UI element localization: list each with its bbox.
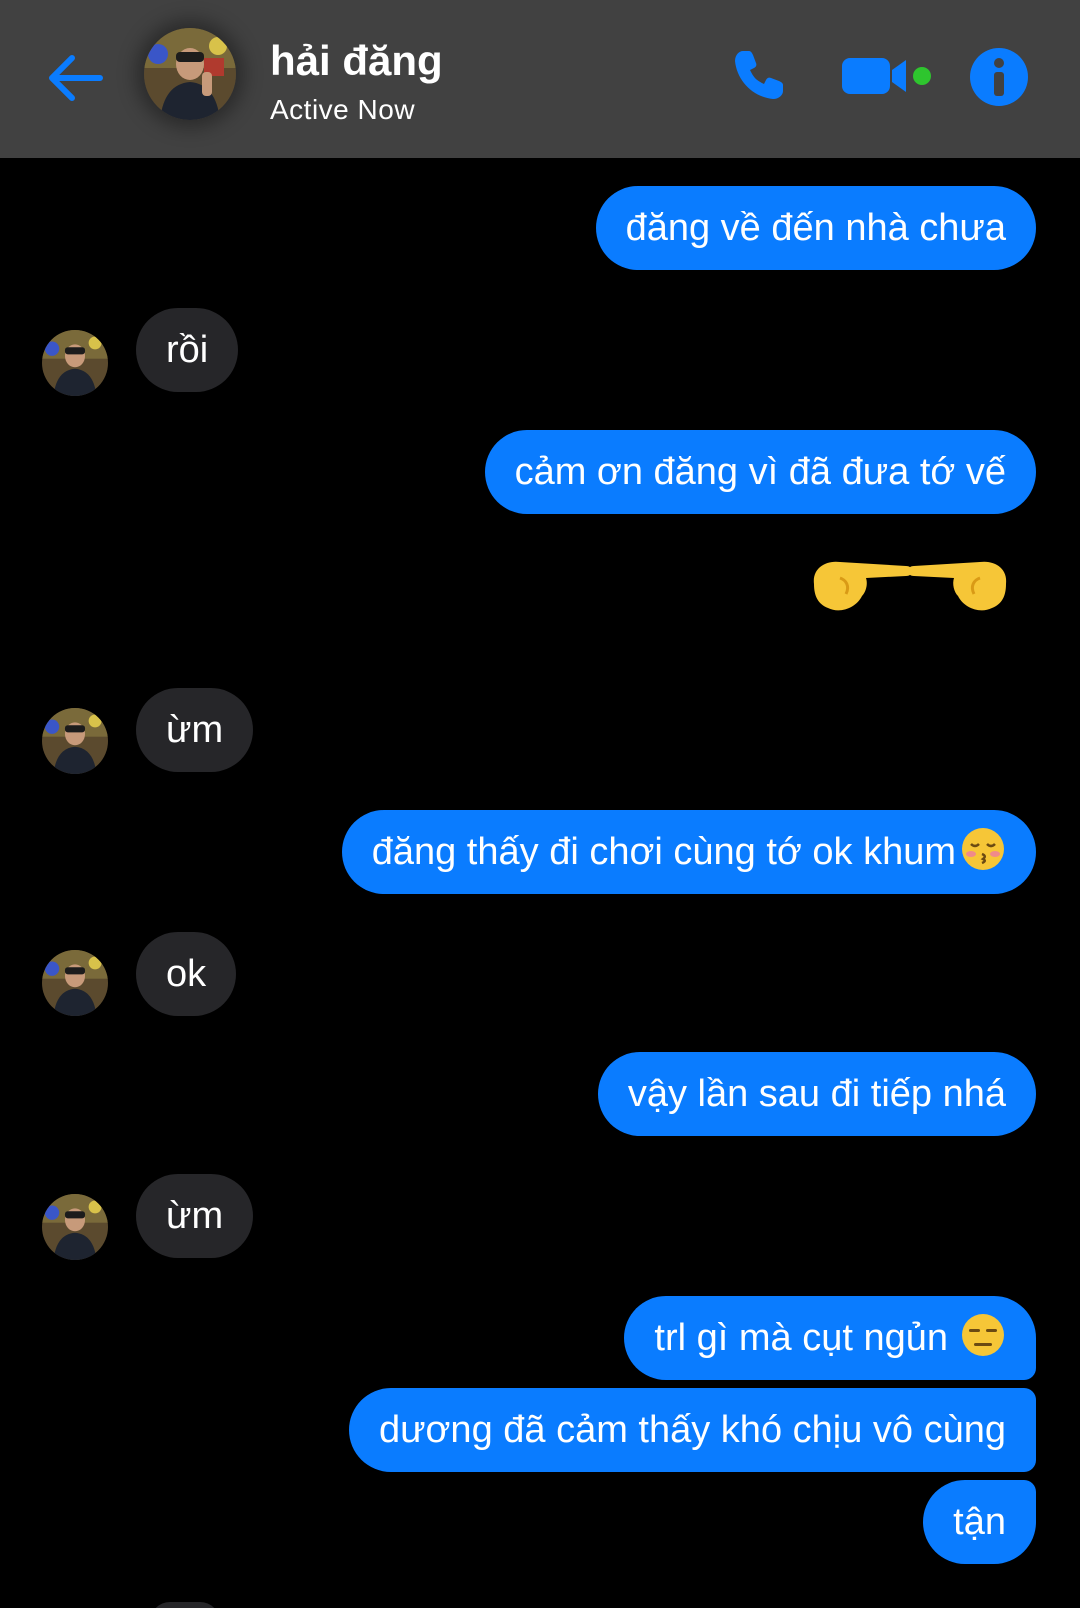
outgoing-message[interactable]: cảm ơn đăng vì đã đưa tớ vế (484, 430, 1036, 514)
outgoing-message[interactable]: vậy lần sau đi tiếp nhá (597, 1052, 1036, 1136)
back-button[interactable] (36, 40, 112, 116)
avatar-photo (42, 950, 108, 1016)
message-text: ok (166, 953, 207, 995)
message-text: ừm (166, 1195, 224, 1237)
video-camera-icon (842, 58, 931, 94)
contact-avatar-small[interactable] (42, 708, 108, 774)
message-text: trl gì mà cụt ngủn (654, 1317, 948, 1359)
incoming-message[interactable]: ừm (136, 1174, 254, 1258)
call-button[interactable] (718, 40, 798, 112)
message-text: rồi (166, 329, 209, 371)
message-text: ừm (166, 709, 224, 751)
pointing-fingers-emoji[interactable] (806, 544, 1014, 620)
kissing-face-closed-eyes-emoji (962, 828, 1004, 870)
message-text: vậy lần sau đi tiếp nhá (627, 1073, 1006, 1115)
avatar-photo (144, 28, 236, 120)
avatar-photo (42, 708, 108, 774)
chat-header: hải đăng Active Now (0, 0, 1080, 158)
info-button[interactable] (966, 44, 1032, 110)
outgoing-message[interactable]: trl gì mà cụt ngủn (624, 1296, 1036, 1380)
info-icon (970, 48, 1028, 106)
expressionless-face-emoji (962, 1314, 1004, 1356)
incoming-message[interactable]: rồi (136, 308, 239, 392)
incoming-message-partial (150, 1602, 220, 1608)
contact-name[interactable]: hải đăng (270, 36, 443, 86)
video-call-button[interactable] (836, 48, 936, 104)
active-status: Active Now (270, 94, 416, 125)
contact-avatar-small[interactable] (42, 1194, 108, 1260)
message-list: đăng về đến nhà chưa rồi cảm ơn đăng vì … (0, 158, 1080, 1608)
message-text: tận (953, 1501, 1006, 1543)
active-dot (913, 67, 931, 85)
phone-icon (735, 51, 783, 99)
outgoing-message[interactable]: đăng về đến nhà chưa (595, 186, 1036, 270)
incoming-message[interactable]: ừm (136, 688, 254, 772)
message-text: cảm ơn đăng vì đã đưa tớ vế (514, 451, 1006, 493)
pointing-fingers-together-emoji (813, 561, 1007, 611)
message-text: dương đã cảm thấy khó chịu vô cùng (378, 1409, 1006, 1451)
arrow-left-icon (49, 55, 103, 101)
outgoing-message[interactable]: tận (923, 1480, 1036, 1564)
chat-screen: hải đăng Active Now đăng về đến nhà chưa… (0, 0, 1080, 1608)
incoming-message[interactable]: ok (136, 932, 237, 1016)
message-text: đăng thấy đi chơi cùng tớ ok khum (371, 831, 956, 873)
message-text: đăng về đến nhà chưa (625, 207, 1006, 249)
contact-avatar-small[interactable] (42, 330, 108, 396)
contact-avatar-small[interactable] (42, 950, 108, 1016)
outgoing-message[interactable]: đăng thấy đi chơi cùng tớ ok khum (341, 810, 1036, 894)
contact-avatar[interactable] (144, 28, 236, 120)
avatar-photo (42, 1194, 108, 1260)
avatar-photo (42, 330, 108, 396)
outgoing-message[interactable]: dương đã cảm thấy khó chịu vô cùng (348, 1388, 1036, 1472)
